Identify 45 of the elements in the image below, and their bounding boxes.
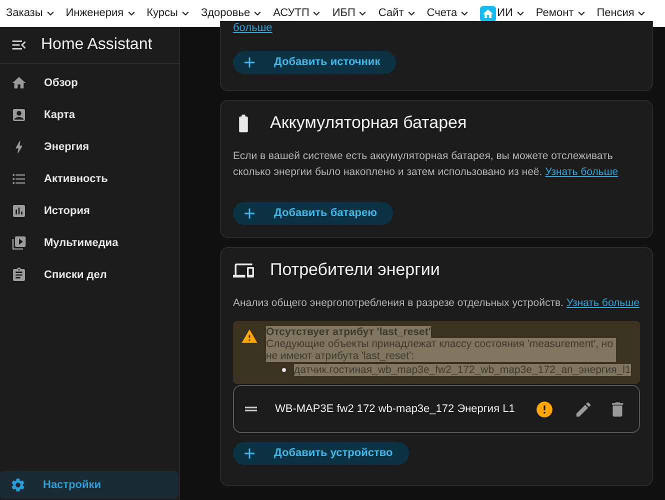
card-description: Анализ общего энергопотребления в разрезе отдельных устройств. Узнать больше bbox=[233, 296, 640, 311]
nav-menu-item[interactable]: ИИ bbox=[497, 5, 527, 22]
house-logo-icon[interactable] bbox=[480, 6, 496, 22]
warning-icon bbox=[241, 328, 258, 345]
list-icon bbox=[11, 171, 27, 187]
edit-icon[interactable] bbox=[574, 400, 593, 418]
add-button[interactable]: Добавить батарею bbox=[233, 202, 393, 225]
card-title: Потребители энергии bbox=[270, 259, 440, 282]
sidebar-item[interactable]: Карта bbox=[2, 99, 177, 131]
nav-menu-item[interactable]: ИБП bbox=[332, 5, 370, 22]
learn-more-link[interactable]: Узнать больше bbox=[566, 297, 640, 309]
sidebar-item[interactable]: Энергия bbox=[2, 131, 177, 163]
app-title: Home Assistant bbox=[41, 35, 152, 55]
home-icon bbox=[11, 75, 27, 91]
learn-more-link[interactable]: Узнать больше bbox=[545, 166, 618, 178]
sidebar-item[interactable]: Активность bbox=[2, 163, 177, 195]
play-icon bbox=[11, 235, 27, 251]
settings-icon bbox=[10, 477, 26, 493]
warning-icon[interactable] bbox=[535, 400, 554, 418]
nav-menu-item[interactable]: Здоровье bbox=[200, 5, 264, 22]
nav-menu-item[interactable]: Курсы bbox=[146, 5, 192, 22]
nav-menu-item[interactable]: АСУТП bbox=[273, 5, 324, 22]
add-button[interactable]: Добавить устройство bbox=[233, 442, 409, 465]
bullet-icon bbox=[282, 368, 286, 372]
card-title: Аккумуляторная батарея bbox=[270, 112, 467, 134]
nav-menu-item[interactable]: Счета bbox=[426, 5, 472, 22]
clipboard-icon bbox=[11, 267, 27, 283]
add-button[interactable]: Добавить источник bbox=[233, 51, 396, 74]
sidebar-item[interactable]: Настройки bbox=[0, 471, 178, 499]
learn-more-link[interactable]: больше bbox=[233, 22, 272, 34]
sidebar-item[interactable]: Мультимедиа bbox=[2, 227, 177, 259]
nav-menu-item[interactable]: Инженерия bbox=[66, 5, 138, 22]
nav-menu-item[interactable]: Заказы bbox=[6, 5, 57, 22]
sidebar-item[interactable]: Списки дел bbox=[2, 259, 177, 291]
sidebar-item[interactable]: Обзор bbox=[2, 67, 177, 99]
warning-title: Отсутствует атрибут 'last_reset' bbox=[266, 326, 431, 338]
card-description: Если в вашей системе есть аккумуляторная батарея, вы можете отслеживать сколько энергии было накоплено и затем использовано из неё. Узнать больше bbox=[233, 149, 620, 180]
device-name: WB-MAP3E fw2 172 wb-map3e_172 Энергия L1 bbox=[275, 402, 516, 417]
warning-text: Следующие объекты принадлежат классу состояния 'measurement', но не имеют атрибута 'last_reset': bbox=[266, 338, 616, 362]
sidebar-item[interactable]: История bbox=[2, 195, 177, 227]
entity-id: датчик.гостиная_wb_map3e_fw2_172_wb_map3e_172_ап_энергия_l1 bbox=[294, 364, 631, 376]
nav-menu-item[interactable]: Ремонт bbox=[536, 5, 588, 22]
bar-chart-icon bbox=[11, 203, 27, 219]
nav-menu-item[interactable]: Пенсия bbox=[596, 5, 648, 22]
nav-menu-item[interactable]: Сайт bbox=[378, 5, 418, 22]
